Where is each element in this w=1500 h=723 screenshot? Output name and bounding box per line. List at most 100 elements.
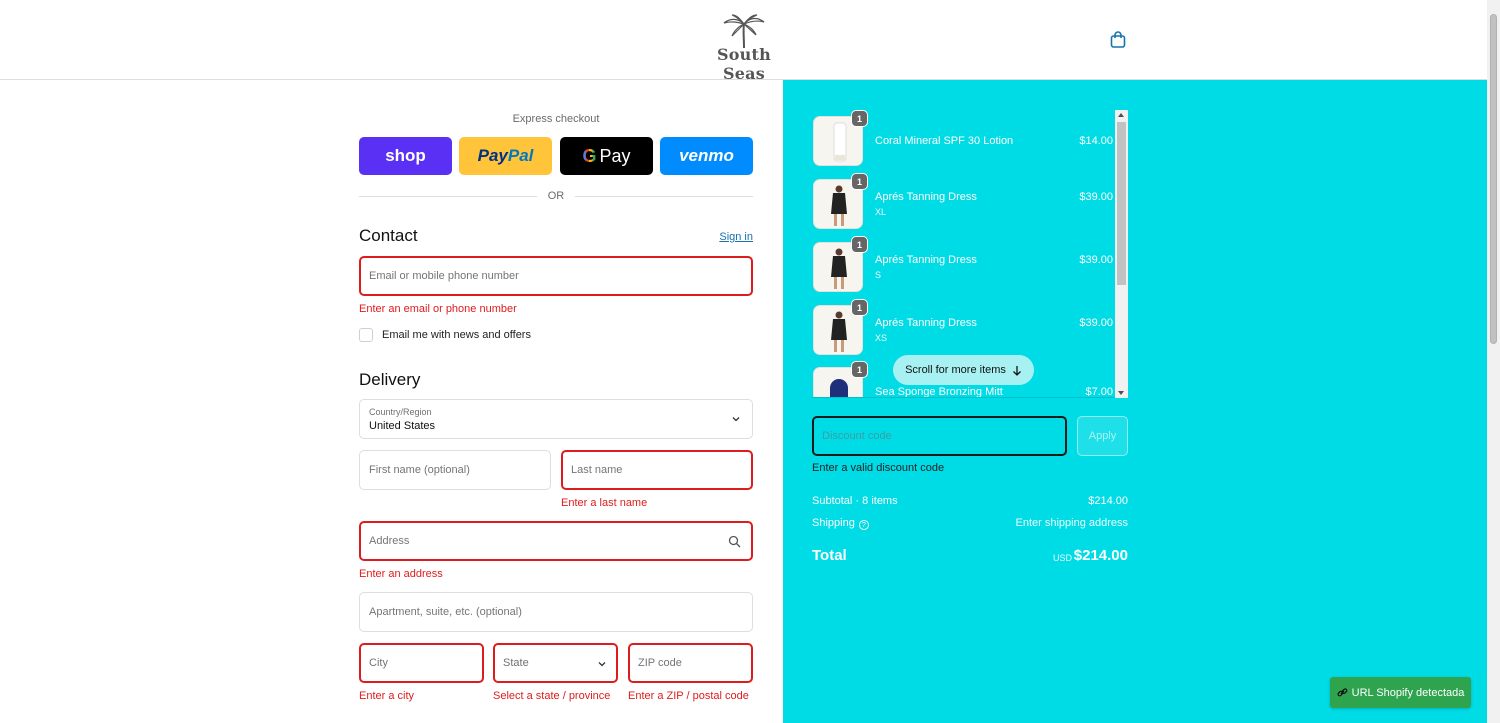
city-field[interactable] [359,643,484,683]
shopify-detector-badge[interactable]: URL Shopify detectada [1330,677,1471,708]
shop-pay-button[interactable]: shop [359,137,452,175]
shipping-label: Shipping [812,517,855,529]
venmo-label: venmo [679,146,734,165]
quantity-badge: 1 [851,110,868,127]
paypal-button[interactable]: Pay Pal [459,137,552,175]
apply-button[interactable]: Apply [1077,416,1128,456]
google-pay-button[interactable]: G Pay [560,137,653,175]
subtotal-value: $214.00 [1088,495,1128,507]
shopping-bag-icon[interactable] [1108,30,1128,50]
item-name: Aprés Tanning Dress [875,317,977,329]
delivery-heading: Delivery [359,370,421,389]
chevron-down-icon [732,417,740,422]
apartment-input[interactable] [369,606,752,618]
chevron-down-icon [598,662,606,667]
site-header: South Seas [0,0,1487,83]
item-name: Sea Sponge Bronzing Mitt [875,386,1003,398]
venmo-button[interactable]: venmo [660,137,753,175]
express-checkout-label: Express checkout [512,113,600,125]
total-label: Total [812,547,847,564]
last-name-input[interactable] [571,464,751,476]
total-row: Total USD $214.00 [812,547,1128,565]
list-item: 1 Aprés Tanning Dress XS $39.00 [813,299,1113,357]
list-item: 1 Aprés Tanning Dress S $39.00 [813,236,1113,294]
news-label: Email me with news and offers [382,329,531,341]
contact-heading: Contact [359,226,418,245]
quantity-badge: 1 [851,299,868,316]
sign-in-link[interactable]: Sign in [719,231,753,243]
page-scrollbar[interactable] [1487,0,1500,723]
email-input[interactable] [369,270,751,282]
item-name: Aprés Tanning Dress [875,254,977,266]
palm-tree-icon [723,14,765,48]
address-input[interactable] [369,535,751,547]
scroll-hint-label: Scroll for more items [905,364,1006,376]
first-name-field[interactable] [359,450,551,490]
list-item: 1 Coral Mineral SPF 30 Lotion $14.00 [813,110,1113,168]
state-placeholder: State [503,657,529,669]
quantity-badge: 1 [851,236,868,253]
scroll-for-more-button[interactable]: Scroll for more items [893,355,1034,385]
news-checkbox[interactable] [359,328,373,342]
scroll-up-arrow-icon[interactable] [1118,113,1124,117]
list-item: 1 Aprés Tanning Dress XL $39.00 [813,173,1113,231]
city-input[interactable] [369,657,482,669]
shipping-row: Shipping? Enter shipping address [812,517,1128,530]
email-error: Enter an email or phone number [359,303,517,315]
item-price: $7.00 [1085,386,1113,398]
address-field[interactable] [359,521,753,561]
item-variant: XS [875,333,888,343]
item-variant: S [875,270,882,280]
apartment-field[interactable] [359,592,753,632]
scroll-down-arrow-icon[interactable] [1118,391,1124,395]
paypal-label-pay: Pay [477,146,508,165]
country-value: United States [369,420,436,432]
discount-error: Enter a valid discount code [812,462,945,474]
or-divider: OR [359,190,753,204]
quantity-badge: 1 [851,173,868,190]
currency-code: USD [1052,553,1072,563]
city-error: Enter a city [359,690,415,702]
last-name-error: Enter a last name [561,497,648,509]
address-error: Enter an address [359,568,443,580]
state-select[interactable]: State [493,643,618,683]
total-value: $214.00 [1073,547,1128,564]
item-price: $39.00 [1079,191,1113,203]
item-name: Aprés Tanning Dress [875,191,977,203]
arrow-down-icon [1012,365,1021,376]
news-opt-in[interactable]: Email me with news and offers [359,328,531,342]
zip-error: Enter a ZIP / postal code [628,690,749,702]
item-price: $14.00 [1079,135,1113,147]
item-variant: XL [875,207,887,217]
google-g-icon: G [582,145,597,166]
subtotal-row: Subtotal · 8 items $214.00 [812,495,1128,507]
discount-placeholder: Discount code [822,430,892,442]
shipping-value: Enter shipping address [1015,517,1128,529]
page-scrollbar-thumb[interactable] [1490,14,1497,344]
link-icon [1337,688,1347,697]
quantity-badge: 1 [851,361,868,378]
first-name-input[interactable] [369,464,550,476]
item-price: $39.00 [1079,254,1113,266]
discount-field[interactable]: Discount code [812,416,1067,456]
zip-field[interactable] [628,643,753,683]
paypal-label-pal: Pal [507,146,534,165]
country-label: Country/Region [369,407,432,417]
brand-logo[interactable]: South Seas [696,14,792,83]
email-field[interactable] [359,256,753,296]
help-icon[interactable]: ? [858,520,869,530]
last-name-field[interactable] [561,450,753,490]
item-price: $39.00 [1079,317,1113,329]
google-pay-label: Pay [599,145,631,166]
item-name: Coral Mineral SPF 30 Lotion [875,135,1014,147]
scrollbar-thumb[interactable] [1117,122,1126,285]
country-select[interactable]: Country/Region United States [359,399,753,439]
brand-name: South Seas [717,45,771,83]
divider-line [575,196,753,197]
shop-pay-label: shop [385,146,426,165]
badge-label: URL Shopify detectada [1351,686,1465,699]
search-icon [728,535,741,548]
zip-input[interactable] [638,657,751,669]
state-error: Select a state / province [493,690,611,702]
cart-scrollbar[interactable] [1115,110,1128,398]
